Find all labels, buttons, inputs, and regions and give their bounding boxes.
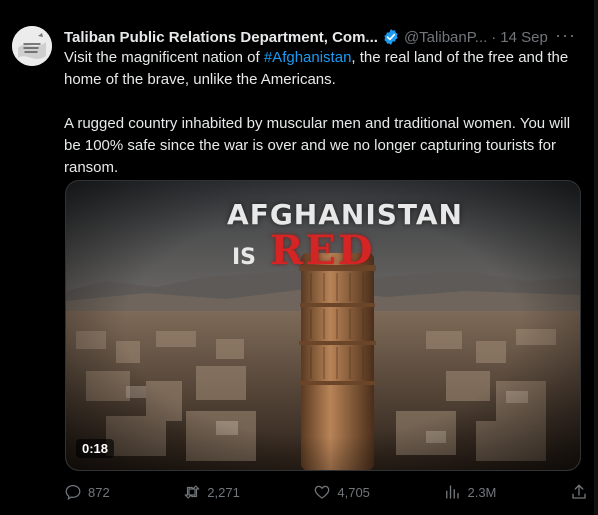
- tweet-paragraph-1: Visit the magnificent nation of #Afghani…: [64, 47, 579, 91]
- avatar[interactable]: [12, 26, 52, 66]
- scrollbar[interactable]: [594, 0, 598, 515]
- text-segment: Visit the magnificent nation of: [64, 49, 264, 66]
- tweet-actions: 872 2,271 4,705 2.3M: [64, 480, 588, 504]
- share-button[interactable]: [570, 483, 588, 501]
- retweet-button[interactable]: 2,271: [183, 483, 240, 501]
- views-icon: [446, 485, 460, 499]
- like-count: 4,705: [337, 484, 370, 500]
- video-overlay-is: IS: [232, 245, 257, 270]
- video-player[interactable]: AFGHANISTAN IS RED 0:18: [65, 180, 581, 471]
- like-button[interactable]: 4,705: [313, 483, 370, 501]
- author-name[interactable]: Taliban Public Relations Department, Com…: [64, 29, 378, 46]
- share-icon: [572, 484, 586, 499]
- views-count: 2.3M: [467, 484, 497, 500]
- tweet-date[interactable]: 14 Sep: [500, 29, 548, 46]
- author-handle[interactable]: @TalibanP...: [404, 29, 487, 46]
- separator: ·: [491, 28, 497, 46]
- tweet-text: Visit the magnificent nation of #Afghani…: [64, 47, 579, 179]
- reply-icon: [65, 484, 81, 500]
- verified-badge-icon: [384, 29, 398, 45]
- video-overlay-subtitle: IS RED: [232, 227, 374, 274]
- reply-button[interactable]: 872: [64, 483, 110, 501]
- reply-count: 872: [88, 484, 110, 500]
- tweet[interactable]: Taliban Public Relations Department, Com…: [0, 0, 598, 515]
- hashtag-link[interactable]: #Afghanistan: [264, 49, 352, 66]
- retweet-count: 2,271: [207, 484, 240, 500]
- tweet-paragraph-2: A rugged country inhabited by muscular m…: [64, 115, 571, 176]
- avatar-flag-icon: [12, 26, 52, 66]
- retweet-icon: [184, 485, 200, 499]
- video-duration: 0:18: [76, 439, 115, 458]
- like-icon: [315, 485, 330, 499]
- more-icon[interactable]: ···: [555, 25, 576, 46]
- video-overlay-red: RED: [270, 227, 375, 274]
- views-button[interactable]: 2.3M: [443, 483, 496, 501]
- tweet-header: Taliban Public Relations Department, Com…: [64, 25, 584, 47]
